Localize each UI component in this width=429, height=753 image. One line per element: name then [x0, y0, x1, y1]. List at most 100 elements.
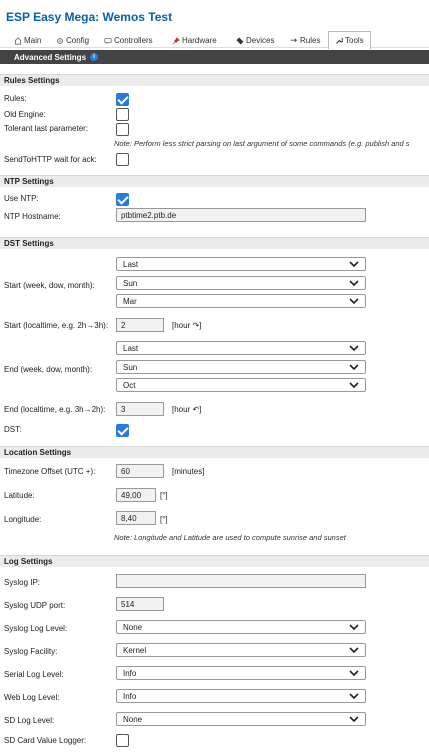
location-settings-header: Location Settings [0, 446, 429, 458]
tab-hardware[interactable]: Hardware [172, 33, 217, 48]
info-icon[interactable]: i [90, 53, 99, 61]
sendtohttp-checkbox[interactable] [116, 153, 129, 166]
longitude-unit: [°] [160, 515, 168, 524]
syslog-port-value: 514 [121, 599, 135, 609]
dst-start-month-value: Mar [123, 296, 137, 306]
sd-level-select[interactable]: None [116, 712, 366, 726]
tolerant-checkbox[interactable] [116, 123, 129, 136]
tab-main[interactable]: Main [14, 33, 41, 48]
sd-card-label: SD Card Value Logger: [4, 736, 87, 745]
timezone-label: Timezone Offset (UTC +): [4, 467, 96, 476]
timezone-unit: [minutes] [172, 467, 205, 476]
tab-tools-label: Tools [345, 36, 364, 45]
dst-start-month-select[interactable]: Mar [116, 294, 366, 308]
dst-checkbox[interactable] [116, 424, 129, 437]
top-header: ESP Easy Mega: Wemos Test Main Config Co… [0, 0, 429, 49]
longitude-value: 8,40 [121, 513, 137, 523]
dst-start-week-value: Last [123, 259, 139, 269]
sd-level-label: SD Log Level: [4, 716, 55, 725]
chevron-down-icon [349, 382, 359, 389]
web-level-label: Web Log Level: [4, 693, 60, 702]
home-icon [14, 36, 22, 45]
latitude-input[interactable]: 49,00 [116, 488, 156, 502]
rules-settings-header: Rules Settings [0, 74, 429, 86]
syslog-level-select[interactable]: None [116, 620, 366, 634]
wrench-icon [336, 37, 343, 44]
tab-controllers[interactable]: Controllers [104, 33, 153, 48]
location-note: Note: Longitude and Latitude are used to… [114, 533, 346, 542]
tab-config-label: Config [66, 36, 90, 45]
tab-devices-label: Devices [246, 36, 275, 45]
syslog-ip-input[interactable] [116, 574, 366, 588]
ntp-hostname-input[interactable]: ptbtime2.ptb.de [116, 208, 366, 222]
chevron-down-icon [349, 647, 359, 654]
rules-checkbox[interactable] [116, 93, 129, 106]
tolerant-note: Note: Perform less strict parsing on las… [114, 139, 410, 148]
dst-end-month-select[interactable]: Oct [116, 378, 366, 392]
dst-start-dow-select[interactable]: Sun [116, 276, 366, 290]
dst-end-month-value: Oct [123, 380, 136, 390]
sendtohttp-label: SendToHTTP wait for ack: [4, 155, 97, 164]
syslog-facility-label: Syslog Facility: [4, 647, 58, 656]
pin-icon [172, 36, 180, 44]
chevron-down-icon [349, 364, 359, 371]
chevron-down-icon [349, 693, 359, 700]
app-title: ESP Easy Mega: Wemos Test [6, 10, 173, 24]
tab-rules[interactable]: Rules [290, 33, 320, 48]
dst-end-week-select[interactable]: Last [116, 341, 366, 355]
dst-end-week-value: Last [123, 343, 139, 353]
dst-end-time-label: End (localtime, e.g. 3h→2h): [4, 405, 106, 414]
sd-card-checkbox[interactable] [116, 734, 129, 747]
gear-icon [57, 37, 63, 44]
tab-hardware-label: Hardware [182, 36, 217, 45]
old-engine-checkbox[interactable] [116, 108, 129, 121]
dst-start-time-label: Start (localtime, e.g. 2h→3h): [4, 321, 109, 330]
web-level-value: Info [123, 691, 137, 701]
dst-start-dow-value: Sun [123, 278, 138, 288]
syslog-port-input[interactable]: 514 [116, 597, 164, 611]
timezone-input[interactable]: 60 [116, 464, 164, 478]
tab-config[interactable]: Config [56, 33, 89, 48]
syslog-facility-select[interactable]: Kernel [116, 643, 366, 657]
chevron-down-icon [349, 345, 359, 352]
latitude-label: Latitude: [4, 491, 35, 500]
syslog-level-value: None [123, 622, 143, 632]
rules-label: Rules: [4, 94, 27, 103]
log-settings-header: Log Settings [0, 555, 429, 567]
dst-start-week-select[interactable]: Last [116, 257, 366, 271]
dst-end-label: End (week, dow, month): [4, 365, 93, 374]
serial-level-value: Info [123, 668, 137, 678]
syslog-level-label: Syslog Log Level: [4, 624, 68, 633]
dst-label: DST: [4, 425, 22, 434]
tab-tools[interactable]: Tools [328, 31, 371, 49]
longitude-label: Longitude: [4, 515, 42, 524]
chevron-down-icon [349, 261, 359, 268]
dst-end-time-input[interactable]: 3 [116, 402, 164, 416]
tab-devices[interactable]: Devices [236, 33, 274, 48]
ntp-hostname-label: NTP Hostname: [4, 212, 61, 221]
dst-end-dow-select[interactable]: Sun [116, 360, 366, 374]
dst-start-time-input[interactable]: 2 [116, 318, 164, 332]
tab-rules-label: Rules [300, 36, 321, 45]
chat-icon [104, 37, 112, 44]
old-engine-label: Old Engine: [4, 110, 46, 119]
dst-settings-header: DST Settings [0, 237, 429, 249]
use-ntp-checkbox[interactable] [116, 193, 129, 206]
dst-start-label: Start (week, dow, month): [4, 281, 95, 290]
syslog-ip-label: Syslog IP: [4, 578, 41, 587]
syslog-facility-value: Kernel [123, 645, 147, 655]
web-level-select[interactable]: Info [116, 689, 366, 703]
advanced-settings-title: Advanced Settings [14, 52, 87, 62]
chevron-down-icon [349, 280, 359, 287]
tab-controllers-label: Controllers [114, 36, 153, 45]
use-ntp-label: Use NTP: [4, 194, 39, 203]
longitude-input[interactable]: 8,40 [116, 511, 156, 525]
plug-icon [236, 36, 244, 45]
dst-end-dow-value: Sun [123, 362, 138, 372]
ntp-settings-header: NTP Settings [0, 175, 429, 187]
tab-main-label: Main [24, 36, 42, 45]
chevron-down-icon [349, 298, 359, 305]
timezone-value: 60 [121, 466, 130, 476]
chevron-down-icon [349, 716, 359, 723]
serial-level-select[interactable]: Info [116, 666, 366, 680]
